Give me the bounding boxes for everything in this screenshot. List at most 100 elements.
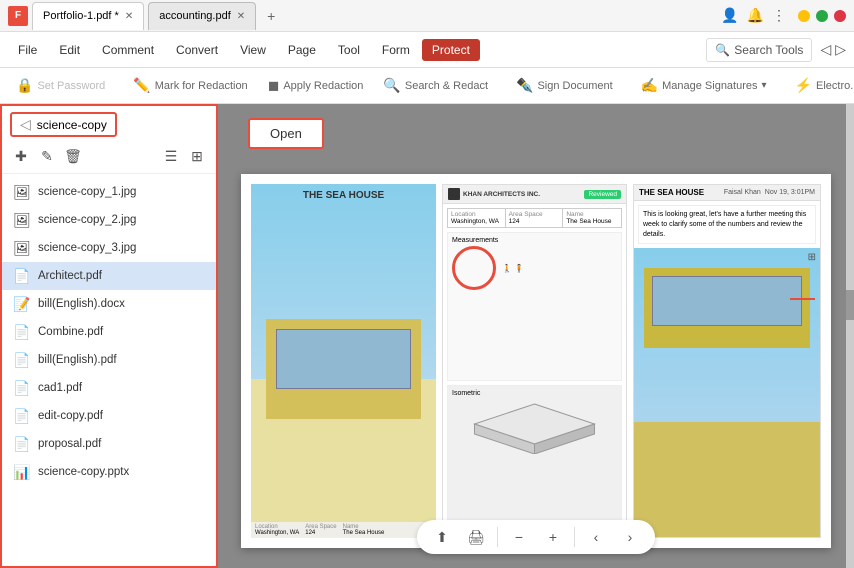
figure-icons: 🚶 🧍: [502, 264, 524, 273]
search-tools-button[interactable]: 🔍 Search Tools: [706, 38, 812, 62]
print-button[interactable]: 🖨: [463, 524, 489, 550]
next-page-button[interactable]: ›: [617, 524, 643, 550]
mark-redaction-label: Mark for Redaction: [155, 80, 248, 92]
right-meta: Faisal Khan Nov 19, 3:01PM: [724, 189, 815, 196]
pdf-preview: THE SEA HOUSE Location Washington, WA: [241, 174, 831, 548]
sidebar-folder[interactable]: ◁ science-copy: [10, 112, 117, 137]
list-item[interactable]: 🖼 science-copy_2.jpg: [2, 206, 216, 234]
area-field: Area Space 124: [305, 524, 336, 536]
image-icon-3: 🖼: [14, 239, 30, 257]
main-content: ◁ science-copy ✚ ✎ 🗑 ☰ ⊞ 🖼 science-copy_…: [0, 104, 854, 568]
add-file-button[interactable]: ✚: [10, 145, 32, 167]
right-comment: This is looking great, let's have a furt…: [638, 205, 816, 244]
building-window: [276, 329, 411, 389]
more-icon[interactable]: ⋮: [772, 7, 786, 24]
mark-icon: ✏️: [133, 77, 150, 94]
export-button[interactable]: ⬆: [429, 524, 455, 550]
tab-portfolio-close[interactable]: ✕: [125, 11, 133, 22]
list-item[interactable]: 📄 proposal.pdf: [2, 430, 216, 458]
tab-accounting-label: accounting.pdf: [159, 10, 231, 22]
left-panel-title: THE SEA HOUSE: [303, 190, 384, 201]
right-building: ⊞: [634, 248, 820, 537]
menu-file[interactable]: File: [8, 39, 47, 61]
pdf-icon-edit: 📄: [14, 407, 30, 425]
right-ground: [634, 422, 820, 537]
right-title: THE SEA HOUSE: [639, 188, 704, 197]
menu-protect[interactable]: Protect: [422, 39, 480, 61]
name-field: Name The Sea House: [343, 524, 385, 536]
sidebar: ◁ science-copy ✚ ✎ 🗑 ☰ ⊞ 🖼 science-copy_…: [0, 104, 218, 568]
back-nav-icon[interactable]: ◁: [820, 41, 831, 58]
notification-icon: 🔔: [747, 7, 764, 24]
list-item[interactable]: 🖼 science-copy_1.jpg: [2, 178, 216, 206]
menu-edit[interactable]: Edit: [49, 39, 90, 61]
tab-accounting[interactable]: accounting.pdf ✕: [148, 2, 256, 30]
menu-page[interactable]: Page: [278, 39, 326, 61]
list-item[interactable]: 📝 bill(English).docx: [2, 290, 216, 318]
measurement-circle: [452, 246, 496, 290]
file-name: science-copy_1.jpg: [38, 186, 136, 198]
khan-logo-text: KHAN ARCHITECTS INC.: [463, 191, 540, 198]
set-password-label: Set Password: [37, 80, 105, 92]
add-tab-button[interactable]: +: [260, 5, 282, 27]
menu-tool[interactable]: Tool: [328, 39, 370, 61]
pdf-middle-panel: KHAN ARCHITECTS INC. Reviewed Location W…: [442, 184, 627, 538]
open-button[interactable]: Open: [248, 118, 324, 149]
menu-form[interactable]: Form: [372, 39, 420, 61]
menu-convert[interactable]: Convert: [166, 39, 228, 61]
delete-file-button[interactable]: 🗑: [62, 145, 84, 167]
form-location-value: Washington, WA: [451, 218, 502, 225]
set-password-button[interactable]: 🔒 Set Password: [8, 73, 113, 98]
sign-document-button[interactable]: ✒️ Sign Document: [508, 73, 621, 98]
prev-page-button[interactable]: ‹: [583, 524, 609, 550]
list-item-selected[interactable]: 📄 Architect.pdf: [2, 262, 216, 290]
pdf-left-panel: THE SEA HOUSE Location Washington, WA: [251, 184, 436, 538]
zoom-in-button[interactable]: +: [540, 524, 566, 550]
menu-comment[interactable]: Comment: [92, 39, 164, 61]
bottom-toolbar: ⬆ 🖨 − + ‹ ›: [417, 520, 655, 554]
apply-redaction-button[interactable]: ◼ Apply Redaction: [260, 73, 372, 98]
tab-accounting-close[interactable]: ✕: [237, 11, 245, 22]
list-item[interactable]: 📄 edit-copy.pdf: [2, 402, 216, 430]
search-redact-icon: 🔍: [383, 77, 400, 94]
scrollbar-thumb[interactable]: [846, 290, 854, 320]
timestamp: Nov 19, 3:01PM: [765, 189, 815, 196]
scrollbar[interactable]: [846, 104, 854, 568]
list-item[interactable]: 📊 science-copy.pptx: [2, 458, 216, 486]
right-window: [652, 276, 802, 326]
search-tools-label: Search Tools: [734, 43, 803, 57]
khan-logo-area: KHAN ARCHITECTS INC.: [448, 188, 540, 200]
zoom-out-icon: −: [515, 529, 523, 545]
title-bar-icons: 👤 🔔 ⋮: [721, 7, 786, 24]
search-redact-button[interactable]: 🔍 Search & Redact: [375, 73, 496, 98]
mark-redaction-button[interactable]: ✏️ Mark for Redaction: [125, 73, 255, 98]
toolbar-separator: [497, 527, 498, 547]
location-field: Location Washington, WA: [255, 524, 299, 536]
file-name: science-copy_2.jpg: [38, 214, 136, 226]
list-view-button[interactable]: ☰: [160, 145, 182, 167]
list-item[interactable]: 📄 cad1.pdf: [2, 374, 216, 402]
edit-file-button[interactable]: ✎: [36, 145, 58, 167]
close-button[interactable]: [834, 10, 846, 22]
minimize-button[interactable]: [798, 10, 810, 22]
list-item[interactable]: 🖼 science-copy_3.jpg: [2, 234, 216, 262]
pdf-icon-bill: 📄: [14, 351, 30, 369]
electronic-button[interactable]: ⚡ Electro...: [787, 73, 854, 98]
zoom-out-button[interactable]: −: [506, 524, 532, 550]
sign-document-label: Sign Document: [537, 80, 612, 92]
list-item[interactable]: 📄 Combine.pdf: [2, 318, 216, 346]
forward-nav-icon[interactable]: ▷: [835, 41, 846, 58]
tab-portfolio[interactable]: Portfolio-1.pdf * ✕: [32, 2, 144, 30]
signatures-icon: ✍: [641, 77, 658, 94]
menu-view[interactable]: View: [230, 39, 276, 61]
manage-signatures-button[interactable]: ✍ Manage Signatures ▾: [633, 73, 775, 98]
file-name: cad1.pdf: [38, 382, 82, 394]
grid-view-button[interactable]: ⊞: [186, 145, 208, 167]
maximize-button[interactable]: [816, 10, 828, 22]
file-name: Architect.pdf: [38, 270, 102, 282]
list-item[interactable]: 📄 bill(English).pdf: [2, 346, 216, 374]
pdf-icon-cad: 📄: [14, 379, 30, 397]
file-name: science-copy_3.jpg: [38, 242, 136, 254]
commenter-name: Faisal Khan: [724, 189, 761, 196]
person-icon-1: 🚶: [502, 264, 512, 273]
